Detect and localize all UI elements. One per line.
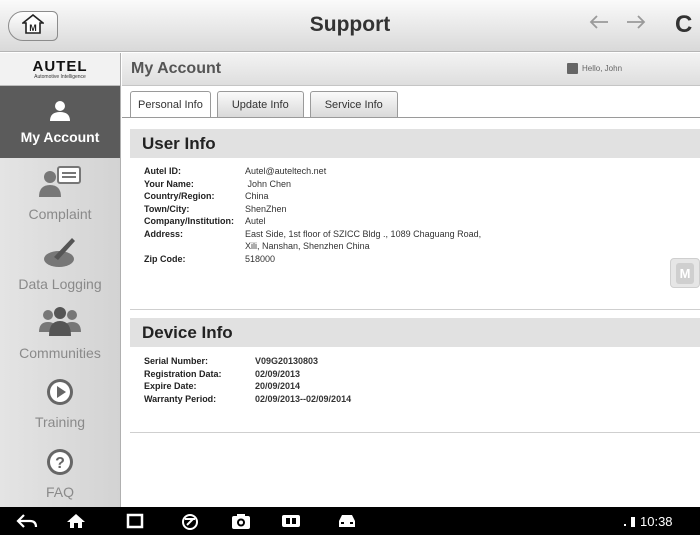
arrow-right-icon[interactable]	[625, 12, 647, 38]
info-row: Company/Institution: Autel	[130, 215, 700, 228]
user-info-header: User Info	[130, 129, 700, 158]
info-row: Town/City: ShenZhen	[130, 203, 700, 216]
field-value: John Chen	[245, 178, 292, 189]
main-content: My Account Hello, John Personal Info Upd…	[122, 53, 700, 507]
field-value: ShenZhen	[245, 203, 287, 214]
communities-icon	[38, 306, 82, 345]
field-value: 02/09/2013--02/09/2014	[255, 393, 352, 404]
field-value: Autel@auteltech.net	[245, 166, 327, 176]
sidebar-item-label: FAQ	[45, 483, 74, 500]
field-label: Country/Region:	[144, 191, 215, 201]
field-label: Autel ID:	[144, 166, 181, 176]
sidebar-item-communities[interactable]: Communities	[0, 298, 120, 368]
signal-icon	[624, 517, 636, 529]
floating-button-label: M	[675, 262, 695, 284]
address-line-2: Xili, Nanshan, Shenzhen China	[245, 241, 370, 251]
logo-tagline: Automotive Intelligence	[34, 73, 86, 80]
home-icon[interactable]	[66, 513, 86, 529]
sidebar-item-label: Communities	[19, 344, 101, 361]
person-icon	[48, 100, 72, 129]
tab-service-info[interactable]: Service Info	[309, 91, 398, 117]
sidebar-item-training[interactable]: Training	[0, 368, 120, 438]
device-info-section: Serial Number: V09G20130803 Registration…	[130, 355, 700, 433]
field-value: 518000	[245, 253, 276, 264]
field-label: Warranty Period:	[144, 393, 217, 404]
back-icon[interactable]	[16, 513, 38, 529]
user-info-section: Autel ID: Autel@auteltech.net Your Name:…	[130, 165, 700, 310]
system-navigation-bar: 10:38	[0, 507, 700, 535]
logo-text: AUTEL	[32, 57, 88, 75]
sidebar: AUTEL Automotive Intelligence My Account…	[0, 53, 121, 507]
sidebar-item-label: Training	[34, 413, 86, 430]
data-logging-icon	[42, 235, 78, 276]
floating-menu-button[interactable]: M	[670, 258, 700, 288]
section-title: My Account	[131, 60, 222, 77]
info-row: Address: East Side, 1st floor of SZICC B…	[130, 228, 700, 253]
field-value: V09G20130803	[255, 356, 319, 366]
info-row: Warranty Period: 02/09/2013--02/09/2014	[130, 393, 700, 406]
sidebar-item-label: Complaint	[28, 205, 92, 222]
field-label: Registration Data:	[144, 368, 222, 379]
top-bar: M Support C	[0, 0, 700, 52]
info-row: Autel ID: Autel@auteltech.net	[130, 165, 700, 178]
avatar	[567, 63, 578, 74]
recents-icon[interactable]	[126, 513, 144, 529]
refresh-button[interactable]: C	[675, 11, 692, 39]
info-row: Registration Data: 02/09/2013	[130, 368, 700, 381]
autel-logo: AUTEL Automotive Intelligence	[0, 53, 120, 86]
field-value: China	[245, 191, 269, 201]
tab-personal-info[interactable]: Personal Info	[130, 91, 211, 117]
tab-divider	[122, 117, 700, 118]
tab-update-info[interactable]: Update Info	[216, 91, 304, 117]
play-icon	[45, 377, 75, 414]
sidebar-item-complaint[interactable]: Complaint	[0, 158, 120, 228]
info-row: Zip Code: 518000	[130, 253, 700, 266]
field-label: Address:	[144, 228, 184, 239]
field-label: Company/Institution:	[144, 216, 234, 226]
account-header: My Account Hello, John	[122, 53, 700, 86]
sidebar-item-data-logging[interactable]: Data Logging	[0, 228, 120, 298]
field-value: 02/09/2013	[255, 368, 301, 379]
car-icon[interactable]	[336, 513, 358, 529]
field-label: Zip Code:	[144, 253, 186, 264]
vci-icon[interactable]	[281, 513, 301, 529]
arrow-left-icon[interactable]	[588, 12, 610, 38]
question-icon: ?	[45, 447, 75, 484]
greeting: Hello, John	[567, 63, 622, 74]
camera-icon[interactable]	[231, 513, 251, 530]
field-value: 20/09/2014	[255, 381, 301, 391]
info-row: Your Name: John Chen	[130, 178, 700, 191]
sidebar-item-label: Data Logging	[18, 275, 102, 292]
field-label: Expire Date:	[144, 381, 197, 391]
device-info-header: Device Info	[130, 318, 700, 347]
info-row: Expire Date: 20/09/2014	[130, 380, 700, 393]
greeting-text: Hello, John	[582, 64, 623, 73]
browser-icon[interactable]	[181, 513, 199, 531]
info-row: Country/Region: China	[130, 190, 700, 203]
field-label: Serial Number:	[144, 356, 209, 366]
field-value: Autel	[245, 216, 266, 226]
svg-text:?: ?	[55, 455, 65, 472]
complaint-icon	[38, 165, 82, 206]
field-value: East Side, 1st floor of SZICC Bldg ., 10…	[245, 228, 481, 253]
field-label: Your Name:	[144, 178, 194, 189]
tab-bar: Personal Info Update Info Service Info	[130, 91, 398, 117]
sidebar-item-faq[interactable]: ? FAQ	[0, 438, 120, 508]
clock: 10:38	[640, 514, 673, 529]
sidebar-item-my-account[interactable]: My Account	[0, 86, 120, 158]
address-line-1: East Side, 1st floor of SZICC Bldg ., 10…	[245, 228, 482, 239]
sidebar-item-label: My Account	[20, 128, 100, 145]
field-label: Town/City:	[144, 203, 190, 214]
info-row: Serial Number: V09G20130803	[130, 355, 700, 368]
